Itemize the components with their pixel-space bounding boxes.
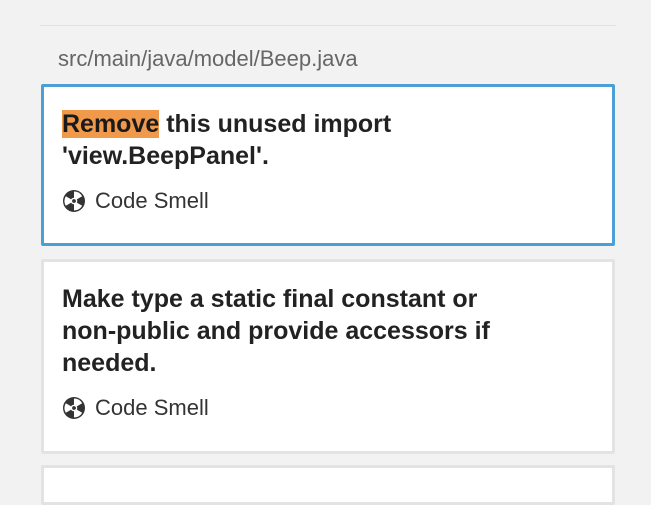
issue-message[interactable]: Remove this unused import 'view.BeepPane… <box>62 108 594 172</box>
issue-card-partial[interactable] <box>41 465 615 505</box>
issue-message-text: 'view.BeepPanel'. <box>62 142 269 170</box>
issue-type: Code Smell <box>62 395 594 421</box>
issue-card[interactable]: Remove this unused import 'view.BeepPane… <box>41 84 615 246</box>
issue-message-text: Make type a static final constant or <box>62 285 478 313</box>
file-path-header: src/main/java/model/Beep.java <box>58 46 358 71</box>
issue-message-text: non-public and provide accessors if <box>62 317 490 345</box>
top-divider <box>40 25 616 26</box>
highlighted-keyword: Remove <box>62 110 160 138</box>
issue-type: Code Smell <box>62 188 594 214</box>
issue-card[interactable]: Make type a static final constant or non… <box>41 259 615 454</box>
issue-message-text: needed. <box>62 349 157 377</box>
code-smell-icon <box>62 189 86 213</box>
issue-message-text: this unused import <box>159 110 392 138</box>
code-smell-icon <box>62 396 86 420</box>
issue-type-label: Code Smell <box>95 395 209 420</box>
issue-type-label: Code Smell <box>95 188 209 213</box>
issue-message[interactable]: Make type a static final constant or non… <box>62 283 594 379</box>
